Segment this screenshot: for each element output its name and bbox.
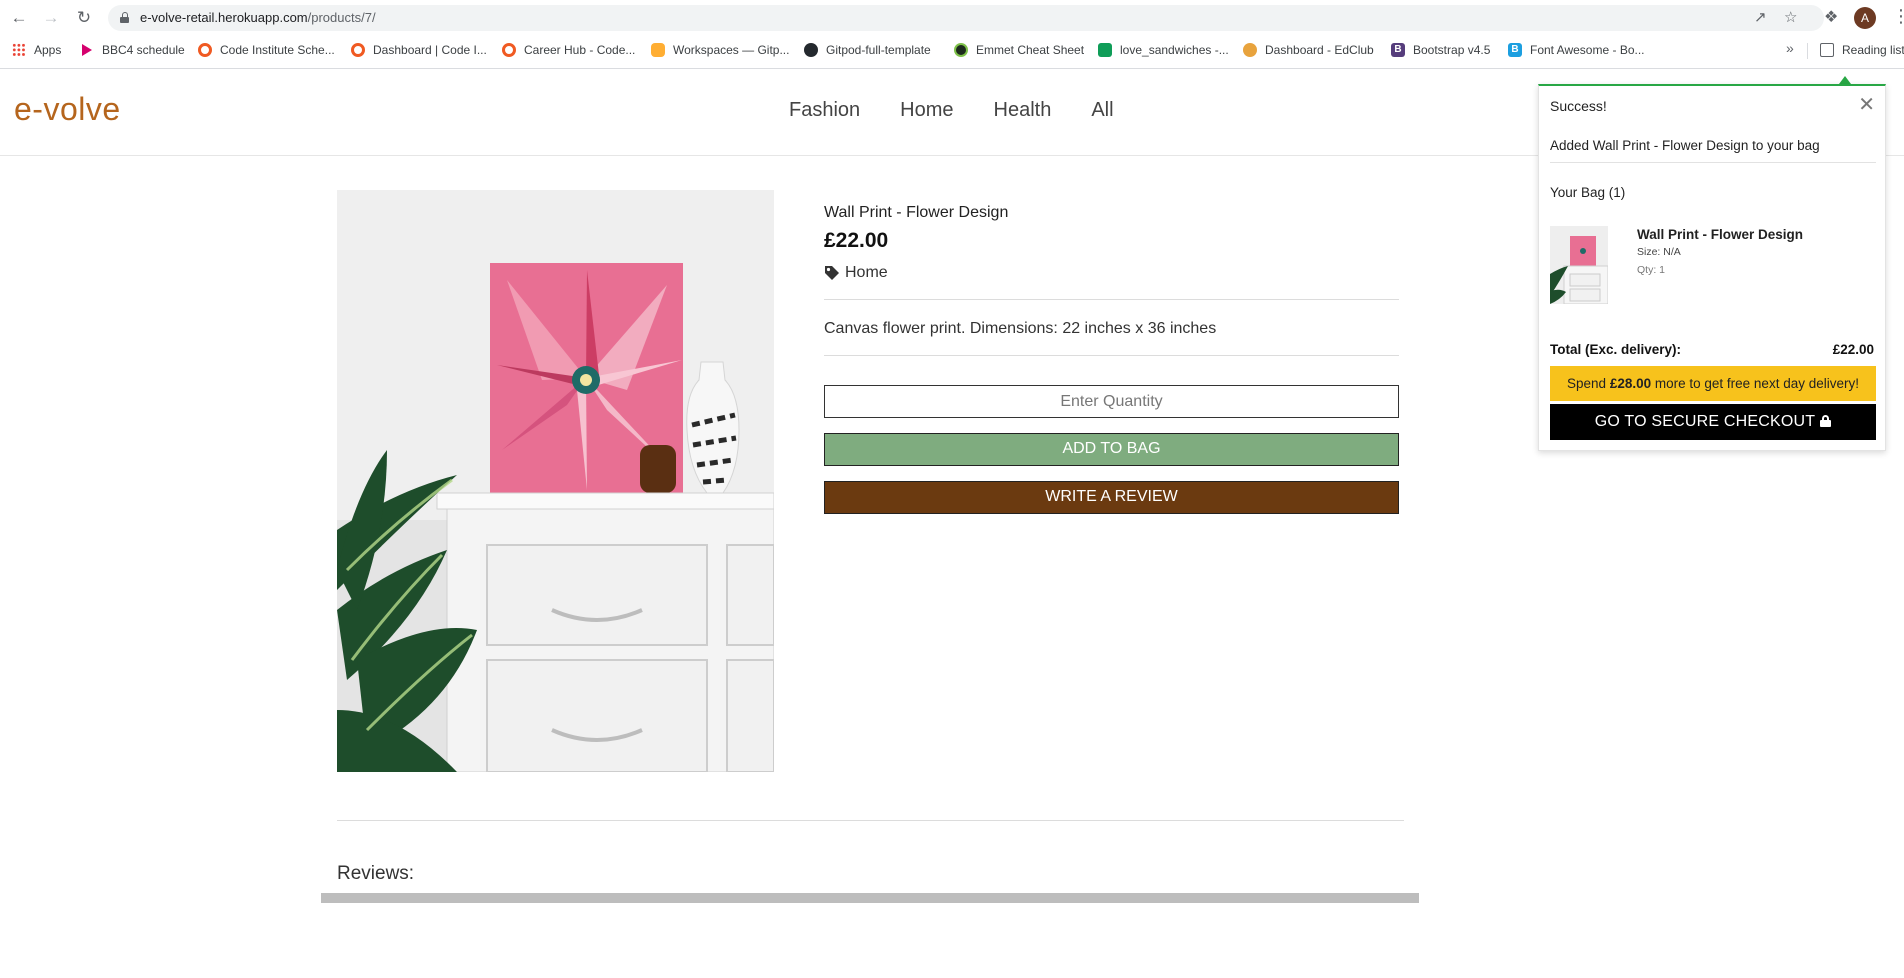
toast-arrow: [1839, 76, 1851, 84]
bag-item-qty: Qty: 1: [1637, 264, 1666, 276]
forward-arrow-icon[interactable]: →: [40, 7, 62, 29]
bookmark-item[interactable]: Apps: [12, 41, 61, 59]
bag-total-value: £22.00: [1832, 342, 1874, 357]
divider: [824, 299, 1399, 300]
sheets-icon: [1098, 43, 1112, 57]
share-icon[interactable]: ↗: [1754, 8, 1767, 26]
extensions-puzzle-icon[interactable]: ❖: [1824, 7, 1838, 27]
bootstrap-icon: B: [1391, 43, 1405, 57]
bag-item-thumbnail: [1550, 226, 1608, 304]
address-bar-row: ← → ↻ e-volve-retail.herokuapp.com/produ…: [0, 0, 1904, 36]
url-text: e-volve-retail.herokuapp.com/products/7/: [140, 10, 376, 25]
bookmarks-divider: [1807, 43, 1808, 59]
lock-icon: [120, 12, 129, 23]
toast-title: Success!: [1550, 98, 1607, 114]
bookmark-item[interactable]: Gitpod-full-template: [804, 41, 931, 59]
product-description: Canvas flower print. Dimensions: 22 inch…: [824, 320, 1217, 337]
product-name: Wall Print - Flower Design: [824, 204, 1009, 221]
bookmark-item[interactable]: Dashboard | Code I...: [351, 41, 487, 59]
bookmark-item[interactable]: love_sandwiches -...: [1098, 41, 1229, 59]
bookmark-item[interactable]: B Bootstrap v4.5: [1391, 41, 1490, 59]
bookmark-item[interactable]: BBC4 schedule: [82, 41, 185, 59]
nav-link-fashion[interactable]: Fashion: [789, 99, 860, 122]
divider: [337, 820, 1404, 821]
product-category-label: Home: [845, 264, 888, 281]
more-bookmarks-icon[interactable]: »: [1786, 40, 1794, 56]
divider: [1550, 162, 1876, 163]
product-price: £22.00: [824, 229, 889, 252]
emmet-icon: [954, 43, 968, 57]
reload-icon[interactable]: ↻: [73, 7, 95, 29]
gitpod-icon: [651, 43, 665, 57]
bag-item-name: Wall Print - Flower Design: [1637, 227, 1804, 242]
apps-grid-icon: [12, 43, 26, 57]
nav-link-home[interactable]: Home: [900, 99, 953, 122]
font-awesome-icon: B: [1508, 43, 1522, 57]
reviews-heading: Reviews:: [337, 863, 415, 884]
code-institute-icon: [502, 43, 516, 57]
edclub-icon: [1243, 43, 1257, 57]
code-institute-icon: [351, 43, 365, 57]
product-details: Wall Print - Flower Design £22.00 Home C…: [824, 204, 1399, 356]
code-institute-icon: [198, 43, 212, 57]
reading-list[interactable]: Reading list: [1820, 41, 1904, 59]
toast-message: Added Wall Print - Flower Design to your…: [1550, 138, 1820, 153]
product-category[interactable]: Home: [824, 264, 1399, 282]
reviews-bar: [321, 893, 1419, 903]
add-to-bag-button[interactable]: ADD TO BAG: [824, 433, 1399, 466]
tag-icon: [825, 266, 839, 280]
quantity-input[interactable]: [824, 385, 1399, 418]
bag-count: Your Bag (1): [1550, 185, 1626, 200]
github-icon: [804, 43, 818, 57]
bookmark-item[interactable]: Code Institute Sche...: [198, 41, 335, 59]
free-delivery-banner: Spend £28.00 more to get free next day d…: [1550, 366, 1876, 401]
bag-total-label: Total (Exc. delivery):: [1550, 342, 1682, 357]
write-review-button[interactable]: WRITE A REVIEW: [824, 481, 1399, 514]
success-toast: Success! ✕ Added Wall Print - Flower Des…: [1538, 84, 1886, 451]
nav-link-health[interactable]: Health: [994, 99, 1052, 122]
address-bar[interactable]: e-volve-retail.herokuapp.com/products/7/…: [108, 5, 1824, 31]
main-nav: Fashion Home Health All: [789, 99, 1154, 122]
bag-item-size: Size: N/A: [1637, 246, 1681, 258]
divider: [824, 355, 1399, 356]
back-arrow-icon[interactable]: ←: [8, 7, 30, 29]
product-image: [337, 190, 774, 772]
bookmark-item[interactable]: Emmet Cheat Sheet: [954, 41, 1084, 59]
bookmark-item[interactable]: Dashboard - EdClub: [1243, 41, 1374, 59]
site-logo[interactable]: e-volve: [14, 91, 121, 128]
bookmarks-bar: Apps BBC4 schedule Code Institute Sche..…: [0, 38, 1904, 62]
close-icon[interactable]: ✕: [1858, 92, 1875, 117]
browser-chrome: ← → ↻ e-volve-retail.herokuapp.com/produ…: [0, 0, 1904, 69]
profile-avatar[interactable]: A: [1854, 7, 1876, 29]
reading-list-icon: [1820, 43, 1834, 57]
secure-checkout-button[interactable]: GO TO SECURE CHECKOUT: [1550, 404, 1876, 440]
bookmark-star-icon[interactable]: ☆: [1784, 8, 1797, 26]
bookmark-item[interactable]: B Font Awesome - Bo...: [1508, 41, 1645, 59]
bookmark-item[interactable]: Workspaces — Gitp...: [651, 41, 789, 59]
bookmark-item[interactable]: Career Hub - Code...: [502, 41, 635, 59]
menu-dots-icon[interactable]: ⋮: [1892, 6, 1904, 27]
lock-icon: [1820, 415, 1832, 427]
bbc-play-icon: [82, 44, 92, 56]
nav-link-all[interactable]: All: [1091, 99, 1113, 122]
